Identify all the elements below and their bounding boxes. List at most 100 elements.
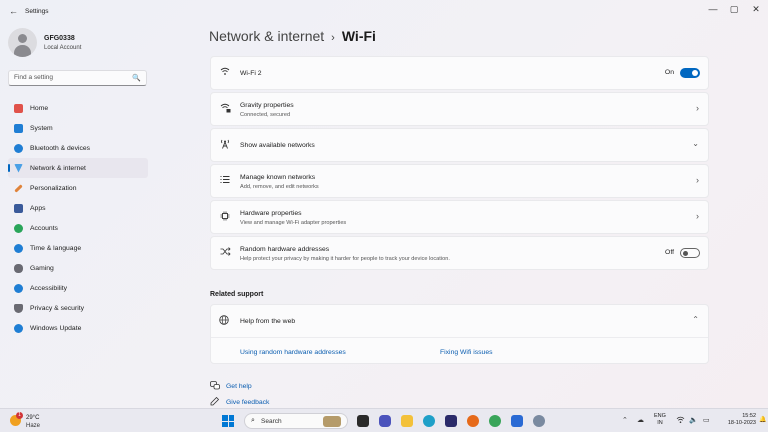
search-icon: ⌕	[251, 417, 255, 424]
page-title: Wi-Fi	[341, 28, 376, 44]
account-type: Local Account	[44, 45, 82, 51]
weather-widget[interactable]: 1 29°C Haze	[10, 412, 70, 430]
wifi-toggle-card[interactable]: Wi-Fi 2 On	[210, 56, 709, 90]
word-icon[interactable]	[511, 415, 523, 427]
globe-icon	[14, 243, 23, 253]
shuffle-icon	[219, 247, 231, 258]
sidebar-item-accounts[interactable]: Accounts	[8, 218, 148, 238]
language-indicator[interactable]: ENG IN	[654, 413, 666, 427]
give-feedback-link[interactable]: Give feedback	[210, 396, 269, 408]
sidebar-item-apps[interactable]: Apps	[8, 198, 148, 218]
random-hardware-addresses-card[interactable]: Random hardware addresses Help protect y…	[210, 236, 709, 270]
wifi-icon	[219, 67, 231, 78]
weather-condition: Haze	[26, 423, 41, 429]
chevron-right-icon: ›	[696, 211, 699, 221]
sidebar-item-label: Time & language	[30, 244, 82, 252]
clock[interactable]: 15:52 18-10-2023	[726, 413, 756, 427]
notification-badge: 1	[16, 412, 23, 419]
avatar-head	[18, 34, 27, 43]
title-bar: ← Settings — ▢ ✕	[0, 0, 768, 22]
sidebar-item-time-language[interactable]: Time & language	[8, 238, 148, 258]
help-icon	[210, 381, 220, 392]
weather-temp: 29°C	[26, 415, 40, 421]
file-explorer-icon[interactable]	[401, 415, 413, 427]
chat-icon[interactable]	[379, 415, 391, 427]
chevron-down-icon: ⌄	[692, 139, 699, 148]
network-properties-card[interactable]: Gravity properties Connected, secured ›	[210, 92, 709, 126]
get-help-label[interactable]: Get help	[226, 383, 252, 390]
sidebar-item-label: Network & internet	[30, 164, 86, 172]
breadcrumb-parent[interactable]: Network & internet	[209, 28, 324, 44]
random-hardware-toggle[interactable]	[680, 248, 700, 258]
sidebar-item-windows-update[interactable]: Windows Update	[8, 318, 148, 338]
feedback-icon	[210, 396, 220, 408]
store-icon[interactable]	[445, 415, 457, 427]
sidebar-item-personalization[interactable]: Personalization	[8, 178, 148, 198]
show-available-networks-label: Show available networks	[240, 142, 315, 149]
brush-icon	[14, 183, 23, 193]
sidebar-item-privacy[interactable]: Privacy & security	[8, 298, 148, 318]
battery-icon[interactable]: ▭	[703, 416, 710, 424]
sidebar-item-label: System	[30, 124, 53, 132]
sidebar-item-gaming[interactable]: Gaming	[8, 258, 148, 278]
accounts-icon	[14, 223, 23, 233]
wifi-icon	[14, 163, 23, 173]
sidebar-item-system[interactable]: System	[8, 118, 148, 138]
sidebar-item-label: Gaming	[30, 264, 54, 272]
sidebar-item-label: Apps	[30, 204, 46, 212]
sidebar-item-bluetooth[interactable]: Bluetooth & devices	[8, 138, 148, 158]
get-help-link[interactable]: Get help	[210, 381, 252, 392]
user-name: GFG0338	[44, 35, 75, 42]
maximize-button[interactable]: ▢	[726, 4, 742, 15]
sidebar-item-label: Accessibility	[30, 284, 68, 292]
region-code: IN	[657, 420, 663, 426]
clock-date: 18-10-2023	[727, 420, 756, 426]
network-name: Gravity properties	[240, 102, 294, 109]
start-button[interactable]	[222, 415, 234, 427]
taskbar-search[interactable]: ⌕ Search	[244, 413, 348, 429]
chrome-icon[interactable]	[489, 415, 501, 427]
give-feedback-label[interactable]: Give feedback	[226, 399, 269, 406]
avatar	[8, 28, 37, 57]
wifi-toggle[interactable]	[680, 68, 700, 78]
help-from-web-label[interactable]: Help from the web	[240, 318, 295, 325]
settings-search[interactable]: 🔍	[8, 70, 147, 86]
firefox-icon[interactable]	[467, 415, 479, 427]
manage-known-networks-card[interactable]: Manage known networks Add, remove, and e…	[210, 164, 709, 198]
start-tile	[228, 415, 234, 421]
start-tile	[222, 421, 228, 427]
sidebar-item-label: Privacy & security	[30, 304, 85, 312]
sidebar-item-home[interactable]: Home	[8, 98, 148, 118]
edge-icon[interactable]	[423, 415, 435, 427]
sidebar-item-accessibility[interactable]: Accessibility	[8, 278, 148, 298]
settings-app-icon[interactable]	[533, 415, 545, 427]
start-tile	[222, 415, 228, 421]
task-view-icon[interactable]	[357, 415, 369, 427]
start-tile	[228, 421, 234, 427]
breadcrumb-separator-icon: ›	[331, 32, 335, 44]
chevron-up-icon[interactable]: ⌃	[692, 315, 699, 324]
help-from-web-card: Help from the web ⌃ Using random hardwar…	[210, 304, 709, 364]
back-arrow-icon[interactable]: ←	[9, 6, 18, 16]
search-icon[interactable]: 🔍	[132, 74, 141, 82]
help-link-fixing-wifi[interactable]: Fixing Wifi issues	[440, 349, 493, 356]
sidebar-item-network[interactable]: Network & internet	[8, 158, 148, 178]
antenna-icon	[219, 139, 231, 151]
hardware-properties-label: Hardware properties	[240, 210, 302, 217]
wifi-tray-icon[interactable]	[676, 416, 685, 426]
chevron-up-icon[interactable]: ⌃	[622, 416, 628, 424]
random-hardware-addresses-desc: Help protect your privacy by making it h…	[240, 256, 450, 262]
close-button[interactable]: ✕	[748, 4, 764, 15]
system-icon	[14, 123, 23, 133]
sidebar-item-label: Personalization	[30, 184, 77, 192]
search-input[interactable]	[14, 74, 129, 81]
user-profile[interactable]: GFG0338 Local Account	[8, 28, 148, 58]
show-available-networks-card[interactable]: Show available networks ⌄	[210, 128, 709, 162]
cloud-icon[interactable]: ☁	[637, 416, 644, 424]
hardware-properties-card[interactable]: Hardware properties View and manage Wi-F…	[210, 200, 709, 234]
help-link-random-addresses[interactable]: Using random hardware addresses	[240, 349, 346, 356]
sidebar-item-label: Bluetooth & devices	[30, 144, 91, 152]
notification-bell-icon[interactable]: 🔔	[759, 416, 766, 423]
minimize-button[interactable]: —	[705, 4, 721, 14]
volume-icon[interactable]: 🔈	[689, 416, 698, 424]
